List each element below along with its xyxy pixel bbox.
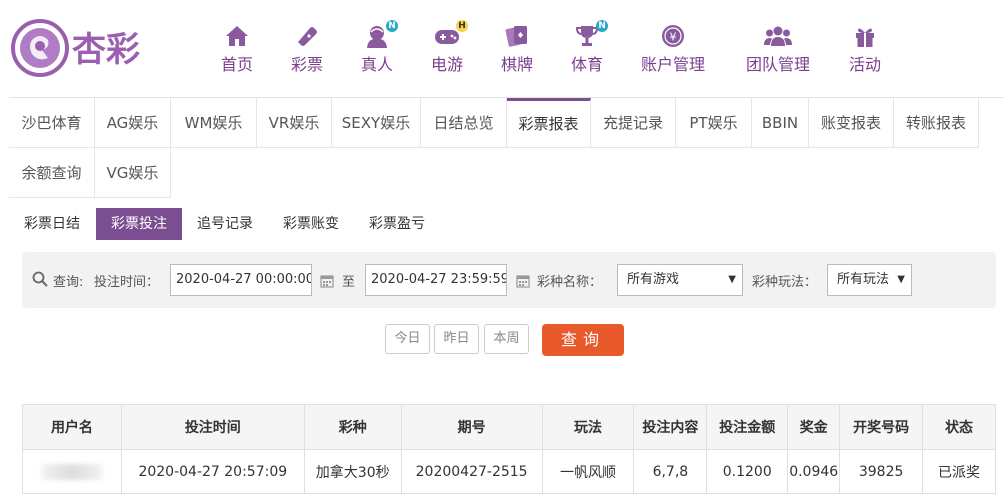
cell-lottery: 加拿大30秒 xyxy=(303,449,402,494)
nav-account[interactable]: ¥ 账户管理 xyxy=(641,22,705,75)
col-issue: 期号 xyxy=(400,404,543,450)
tab-wm[interactable]: WM娱乐 xyxy=(171,98,257,148)
game-name-label: 彩种名称： xyxy=(537,275,603,290)
table-row[interactable]: 2020-04-27 20:57:09 加拿大30秒 20200427-2515… xyxy=(22,449,996,494)
tab-bbin[interactable]: BBIN xyxy=(752,98,809,148)
redacted-username xyxy=(40,463,103,480)
svg-text:¥: ¥ xyxy=(670,31,677,44)
search-button[interactable]: 查询 xyxy=(542,324,624,356)
cell-issue: 20200427-2515 xyxy=(400,449,543,494)
game-select[interactable]: 所有游戏 ▼ xyxy=(617,264,743,296)
game-select-value: 所有游戏 xyxy=(627,272,680,287)
subtab-lottery-profit[interactable]: 彩票盈亏 xyxy=(357,208,437,240)
nav-sports-label: 体育 xyxy=(571,55,604,74)
yen-icon: ¥ xyxy=(658,22,688,50)
search-icon xyxy=(32,271,48,291)
subtab-chase-records[interactable]: 追号记录 xyxy=(185,208,265,240)
top-header: 杏彩 首页 彩票 N 真人 H 电游 棋牌 N 体育 ¥ 账户管理 团队管理 活… xyxy=(0,0,1004,97)
nav-lottery[interactable]: 彩票 xyxy=(291,22,323,75)
nav-lottery-label: 彩票 xyxy=(291,55,324,74)
trophy-icon: N xyxy=(572,20,608,50)
cell-bet-time: 2020-04-27 20:57:09 xyxy=(120,449,305,494)
dropdown-arrow-icon: ▼ xyxy=(728,274,736,285)
tab-daily-overview[interactable]: 日结总览 xyxy=(421,98,507,148)
cards-icon xyxy=(502,22,532,50)
col-bet-amount: 投注金额 xyxy=(706,404,789,450)
subtab-lottery-account[interactable]: 彩票账变 xyxy=(271,208,351,240)
col-bet-content: 投注内容 xyxy=(633,404,708,450)
col-lottery: 彩种 xyxy=(303,404,402,450)
calendar-icon[interactable] xyxy=(320,273,334,288)
gamepad-icon: H xyxy=(432,20,468,50)
tab-sexy[interactable]: SEXY娱乐 xyxy=(332,98,421,148)
tab-ag[interactable]: AG娱乐 xyxy=(95,98,171,148)
nav-cards[interactable]: 棋牌 xyxy=(501,22,533,75)
col-status: 状态 xyxy=(922,404,996,450)
col-winning-number: 开奖号码 xyxy=(839,404,924,450)
cell-bet-amount: 0.1200 xyxy=(706,449,789,494)
cell-prize: 0.0946 xyxy=(787,449,841,494)
table-header-row: 用户名 投注时间 彩种 期号 玩法 投注内容 投注金额 奖金 开奖号码 状态 xyxy=(22,404,996,450)
nav-promotions[interactable]: 活动 xyxy=(849,22,881,75)
today-button[interactable]: 今日 xyxy=(385,324,430,354)
subtab-lottery-daily[interactable]: 彩票日结 xyxy=(14,208,90,240)
this-week-button[interactable]: 本周 xyxy=(484,324,529,354)
nav-promotions-label: 活动 xyxy=(849,55,882,74)
nav-team-label: 团队管理 xyxy=(746,55,811,74)
yesterday-button[interactable]: 昨日 xyxy=(434,324,479,354)
bet-time-label: 投注时间： xyxy=(94,275,160,290)
new-badge: N xyxy=(386,20,398,32)
cell-username xyxy=(22,449,122,494)
to-label: 至 xyxy=(342,275,356,290)
nav-slots[interactable]: H 电游 xyxy=(431,20,468,75)
nav-live-label: 真人 xyxy=(361,55,394,74)
end-time-input[interactable]: 2020-04-27 23:59:59 xyxy=(365,264,507,296)
dropdown-arrow-icon: ▼ xyxy=(897,274,905,285)
col-username: 用户名 xyxy=(22,404,122,450)
cell-winning-number: 39825 xyxy=(839,449,924,494)
subtab-lottery-bets[interactable]: 彩票投注 xyxy=(96,208,182,240)
brand-name: 杏彩 xyxy=(72,30,140,70)
tab-deposit-withdraw[interactable]: 充提记录 xyxy=(591,98,676,148)
nav-slots-label: 电游 xyxy=(431,55,464,74)
tab-balance-change[interactable]: 账变报表 xyxy=(809,98,894,148)
tab-balance-query[interactable]: 余额查询 xyxy=(9,148,95,198)
brand-logo[interactable]: 杏彩 xyxy=(10,18,160,78)
cell-play: 一帆风顺 xyxy=(541,449,635,494)
new-badge: N xyxy=(596,20,608,32)
ticket-icon xyxy=(292,22,322,50)
col-bet-time: 投注时间 xyxy=(120,404,305,450)
calendar-icon[interactable] xyxy=(516,273,530,288)
report-tabs: 沙巴体育 AG娱乐 WM娱乐 VR娱乐 SEXY娱乐 日结总览 彩票报表 充提记… xyxy=(9,97,1004,199)
nav-live[interactable]: N 真人 xyxy=(361,20,398,75)
play-select[interactable]: 所有玩法 ▼ xyxy=(827,264,912,296)
hot-badge: H xyxy=(456,20,468,32)
cell-status: 已派奖 xyxy=(922,449,996,494)
tab-saba-sports[interactable]: 沙巴体育 xyxy=(9,98,95,148)
col-prize: 奖金 xyxy=(787,404,841,450)
tab-pt[interactable]: PT娱乐 xyxy=(676,98,752,148)
tab-transfer-report[interactable]: 转账报表 xyxy=(894,98,979,148)
start-time-input[interactable]: 2020-04-27 00:00:00 xyxy=(170,264,312,296)
team-icon xyxy=(763,22,793,50)
col-play: 玩法 xyxy=(541,404,635,450)
nav-home-label: 首页 xyxy=(221,55,254,74)
nav-cards-label: 棋牌 xyxy=(501,55,534,74)
play-select-value: 所有玩法 xyxy=(837,272,890,287)
filter-bar: 查询: 投注时间： 2020-04-27 00:00:00 至 2020-04-… xyxy=(22,252,996,308)
nav-team[interactable]: 团队管理 xyxy=(746,22,810,75)
cell-bet-content: 6,7,8 xyxy=(633,449,708,494)
dealer-icon: N xyxy=(362,20,398,50)
play-type-label: 彩种玩法： xyxy=(752,275,818,290)
home-icon xyxy=(222,22,252,50)
nav-account-label: 账户管理 xyxy=(641,55,706,74)
bets-table: 用户名 投注时间 彩种 期号 玩法 投注内容 投注金额 奖金 开奖号码 状态 2… xyxy=(22,404,996,494)
tab-lottery-report[interactable]: 彩票报表 xyxy=(507,98,591,148)
gift-icon xyxy=(850,22,880,50)
query-label: 查询: xyxy=(53,275,84,290)
nav-sports[interactable]: N 体育 xyxy=(571,20,608,75)
tab-vr[interactable]: VR娱乐 xyxy=(257,98,332,148)
nav-home[interactable]: 首页 xyxy=(221,22,253,75)
tab-vg[interactable]: VG娱乐 xyxy=(95,148,171,198)
